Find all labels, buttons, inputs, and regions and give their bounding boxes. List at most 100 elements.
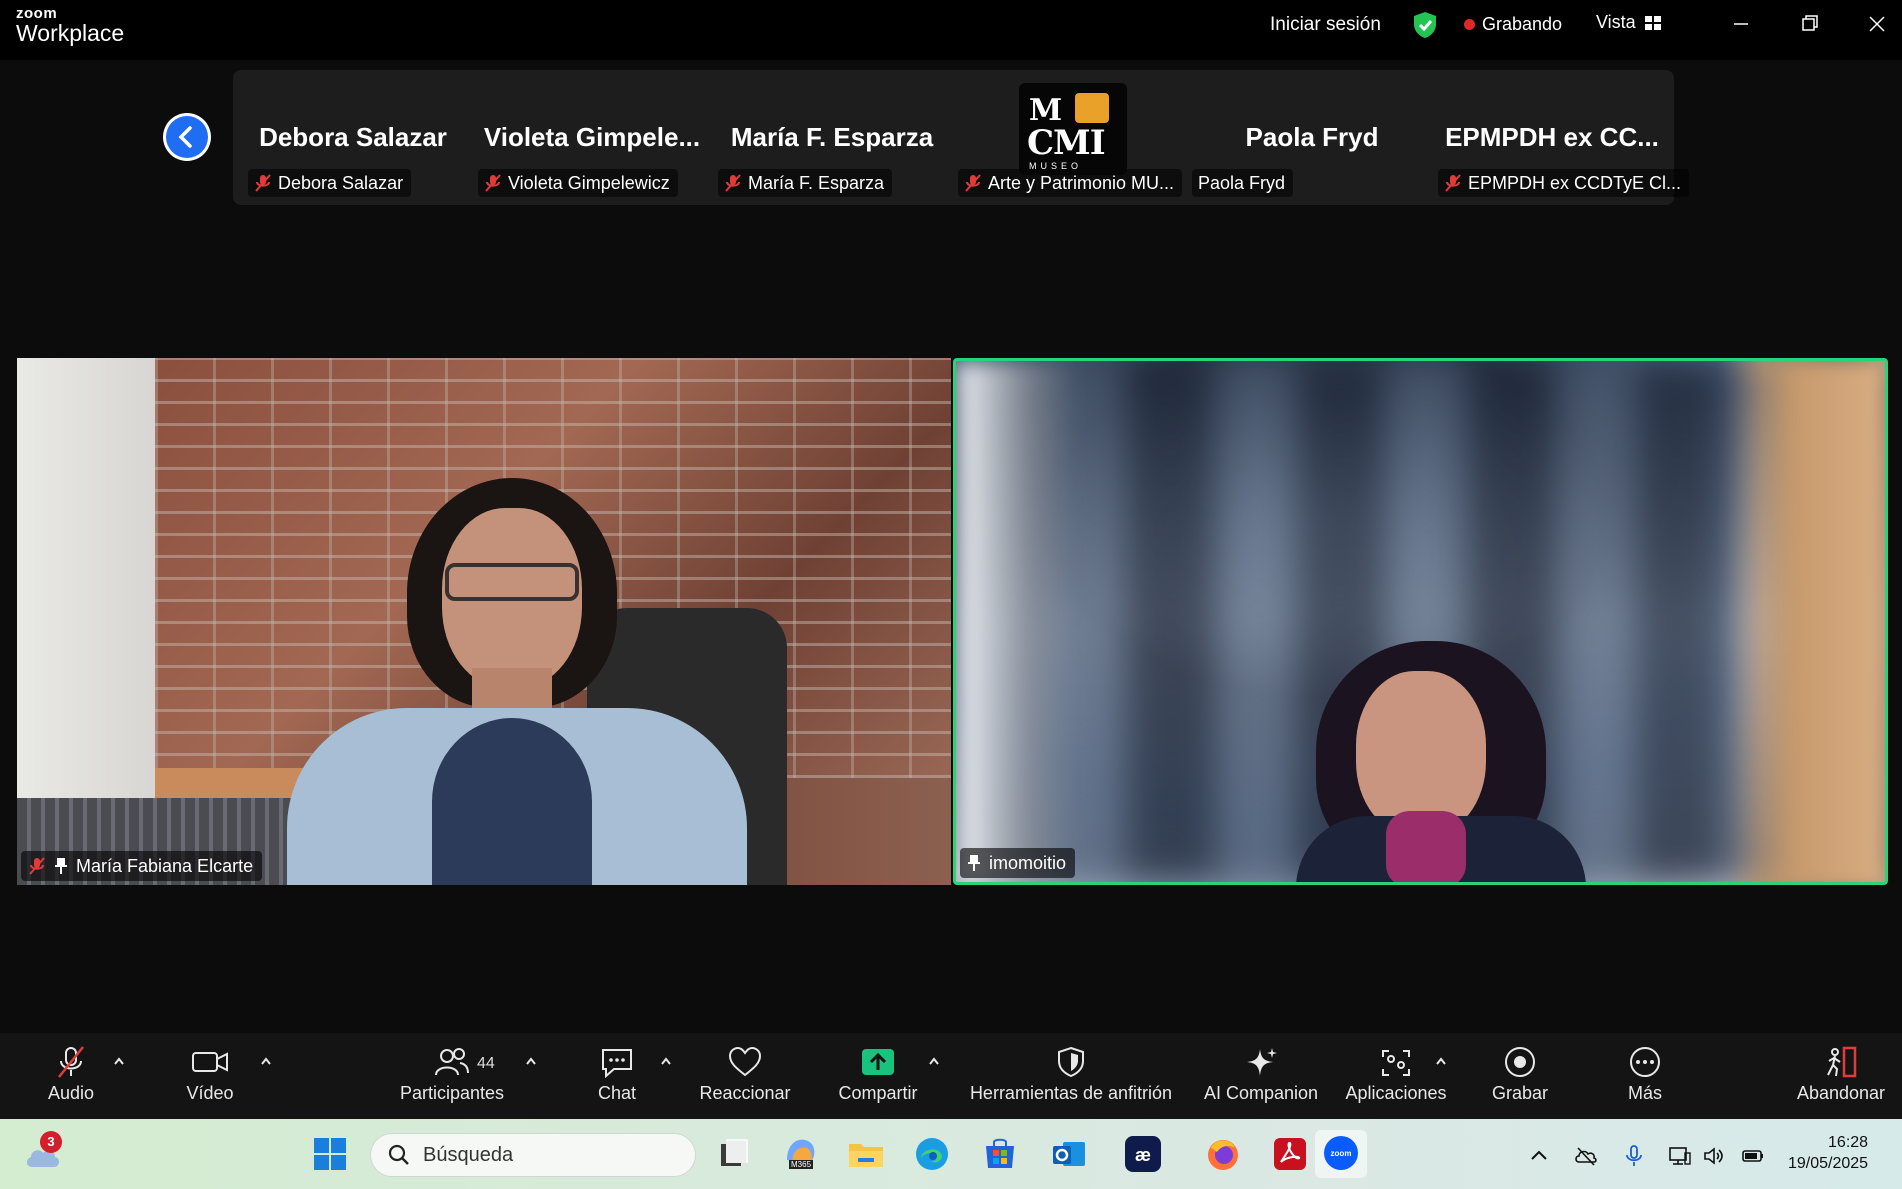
app-ae-icon[interactable]: æ: [1123, 1134, 1163, 1174]
microsoft-store-icon[interactable]: [980, 1134, 1020, 1174]
svg-text:zoom: zoom: [1331, 1149, 1352, 1158]
title-bar: zoom Workplace Iniciar sesión Grabando V…: [0, 0, 1902, 60]
more-button[interactable]: Más: [1624, 1045, 1666, 1104]
share-button[interactable]: Compartir: [835, 1045, 921, 1104]
participant-name-large: Debora Salazar: [259, 122, 447, 152]
record-button[interactable]: Grabar: [1489, 1045, 1551, 1104]
ai-companion-button[interactable]: AI Companion: [1202, 1045, 1320, 1104]
participant-name-large: Violeta Gimpele...: [483, 122, 701, 152]
participant-tile[interactable]: EPMPDH ex CC... EPMPDH ex CCDTyE Cl...: [1432, 70, 1690, 205]
logo-workplace-text: Workplace: [16, 20, 125, 46]
apps-button[interactable]: Aplicaciones: [1344, 1045, 1448, 1104]
app-logo: zoom Workplace: [16, 6, 124, 45]
apps-icon: [1382, 1050, 1410, 1076]
microphone-in-use-icon[interactable]: [1622, 1144, 1646, 1168]
onedrive-offline-icon[interactable]: [1574, 1144, 1598, 1168]
recording-indicator[interactable]: Grabando: [1464, 14, 1562, 35]
mic-muted-icon: [58, 1046, 84, 1078]
react-label: Reaccionar: [699, 1083, 791, 1103]
clock[interactable]: 16:28 19/05/2025: [1788, 1133, 1868, 1175]
acrobat-reader-icon[interactable]: [1270, 1134, 1310, 1174]
minimize-icon[interactable]: [1726, 10, 1756, 38]
more-dots-icon: [1630, 1047, 1660, 1077]
logo-text-museo: MUSEO: [1029, 161, 1083, 171]
zoom-taskbar-icon-active[interactable]: zoom: [1315, 1130, 1367, 1178]
participant-label-text: Violeta Gimpelewicz: [508, 172, 670, 193]
participants-button[interactable]: Participantes: [398, 1045, 506, 1104]
participant-tile[interactable]: Violeta Gimpele... Violeta Gimpelewicz: [472, 70, 712, 205]
clock-date: 19/05/2025: [1788, 1154, 1869, 1172]
weather-notification-badge: 3: [40, 1131, 62, 1153]
recording-dot-icon: [1464, 19, 1475, 30]
video-options-chevron-up-icon[interactable]: [259, 1054, 273, 1068]
apps-options-chevron-up-icon[interactable]: [1434, 1054, 1448, 1068]
chat-options-chevron-up-icon[interactable]: [659, 1054, 673, 1068]
outlook-icon[interactable]: [1049, 1134, 1089, 1174]
m365-label: M365: [789, 1160, 814, 1169]
more-label: Más: [1627, 1083, 1662, 1103]
participants-label: Participantes: [399, 1083, 505, 1103]
video-tile-right-active-speaker[interactable]: imomoitio: [953, 358, 1888, 885]
ai-sparkle-icon: [1247, 1048, 1277, 1076]
sign-in-link[interactable]: Iniciar sesión: [1270, 14, 1381, 36]
host-tools-button[interactable]: Herramientas de anfitrión: [963, 1045, 1179, 1104]
tray-overflow-chevron-up-icon[interactable]: [1527, 1144, 1551, 1168]
volume-icon[interactable]: [1702, 1144, 1726, 1168]
background-light: [956, 361, 1076, 882]
m365-copilot-icon[interactable]: M365: [781, 1134, 821, 1174]
participant-label: Violeta Gimpelewicz: [478, 169, 678, 197]
participant-name-large: Paola Fryd: [1245, 122, 1379, 152]
recording-label: Grabando: [1482, 14, 1563, 34]
participants-count: 44: [477, 1055, 495, 1072]
video-name-label: María Fabiana Elcarte: [21, 851, 263, 881]
zoom-window: zoom Workplace Iniciar sesión Grabando V…: [0, 0, 1902, 1189]
video-camera-icon: [192, 1052, 228, 1072]
share-screen-icon: [862, 1049, 894, 1075]
logo-square-shape: [1075, 93, 1109, 123]
react-button[interactable]: Reaccionar: [699, 1045, 791, 1104]
video-tile-left[interactable]: María Fabiana Elcarte: [17, 358, 951, 885]
participant-video-person: [267, 478, 767, 885]
audio-button[interactable]: Audio: [40, 1045, 102, 1104]
restore-icon[interactable]: [1795, 10, 1825, 38]
file-explorer-icon[interactable]: [846, 1134, 886, 1174]
participant-label-text: EPMPDH ex CCDTyE Cl...: [1468, 172, 1682, 193]
security-shield-icon[interactable]: [1411, 10, 1439, 40]
leave-door-icon: [1827, 1046, 1857, 1078]
video-name-text: María Fabiana Elcarte: [76, 855, 254, 876]
edge-browser-icon[interactable]: [912, 1134, 952, 1174]
participant-label: Debora Salazar: [248, 169, 412, 197]
host-tools-label: Herramientas de anfitrión: [969, 1083, 1173, 1103]
video-button[interactable]: Vídeo: [182, 1045, 238, 1104]
participants-options-chevron-up-icon[interactable]: [524, 1054, 538, 1068]
chat-button[interactable]: Chat: [596, 1045, 638, 1104]
search-placeholder: Búsqueda: [423, 1143, 514, 1166]
task-view-icon[interactable]: [713, 1134, 753, 1174]
host-shield-icon: [1058, 1046, 1084, 1078]
logo-text-cmi: CMI: [1027, 123, 1106, 163]
participant-tile[interactable]: María F. Esparza María F. Esparza: [712, 70, 952, 205]
participant-label: María F. Esparza: [718, 169, 893, 197]
close-icon[interactable]: [1862, 10, 1892, 38]
view-button[interactable]: Vista: [1596, 12, 1662, 33]
battery-icon[interactable]: [1741, 1144, 1765, 1168]
video-name-text: imomoitio: [989, 852, 1067, 873]
participant-tile[interactable]: Paola Fryd Paola Fryd: [1192, 70, 1432, 205]
network-icon[interactable]: [1668, 1144, 1692, 1168]
search-icon: [388, 1144, 409, 1165]
chat-icon: [602, 1049, 632, 1079]
record-icon: [1505, 1047, 1535, 1077]
audio-options-chevron-up-icon[interactable]: [112, 1054, 126, 1068]
share-options-chevron-up-icon[interactable]: [927, 1054, 941, 1068]
mic-muted-icon: [485, 174, 501, 192]
ai-companion-label: AI Companion: [1203, 1083, 1319, 1103]
firefox-icon[interactable]: [1203, 1134, 1243, 1174]
leave-button[interactable]: Abandonar: [1794, 1045, 1888, 1104]
participant-tile[interactable]: Debora Salazar Debora Salazar: [242, 70, 464, 205]
video-label: Vídeo: [186, 1083, 234, 1103]
windows-start-icon[interactable]: [310, 1134, 350, 1174]
strip-previous-button[interactable]: [163, 113, 211, 161]
taskbar-search-box[interactable]: Búsqueda: [370, 1133, 696, 1177]
participant-video-person: [1256, 641, 1636, 882]
participant-label: EPMPDH ex CCDTyE Cl...: [1438, 169, 1690, 197]
